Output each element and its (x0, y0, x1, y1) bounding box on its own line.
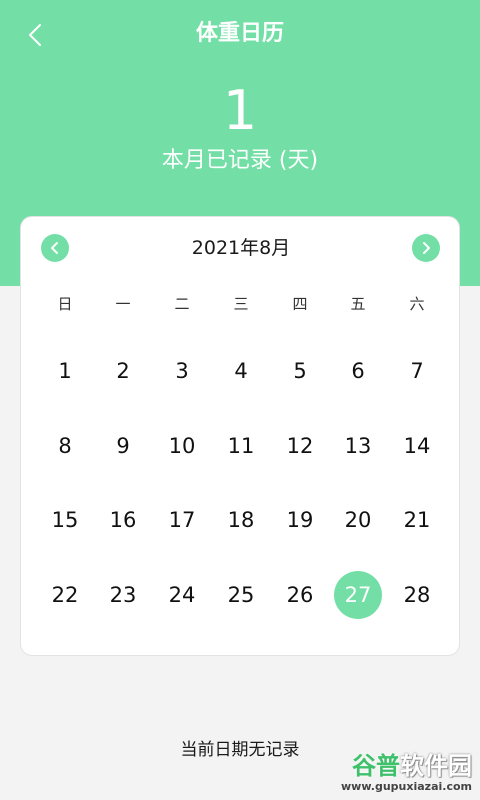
calendar-day[interactable]: 20 (334, 496, 382, 544)
record-count: 1 (222, 79, 258, 142)
calendar-day[interactable]: 22 (41, 571, 89, 619)
weekday-label: 五 (350, 294, 366, 313)
calendar-week-row: 15 16 17 18 19 20 21 (21, 496, 461, 536)
calendar-day[interactable]: 12 (276, 422, 324, 470)
month-title: 2021年8月 (191, 237, 291, 259)
calendar-day-selected[interactable]: 27 (334, 571, 382, 619)
calendar-day[interactable]: 16 (99, 496, 147, 544)
calendar-day[interactable]: 9 (99, 422, 147, 470)
watermark-url: www.gupuxiazai.com (341, 780, 472, 793)
weekday-label: 日 (57, 294, 73, 313)
calendar-day[interactable]: 8 (41, 422, 89, 470)
calendar-day[interactable]: 26 (276, 571, 324, 619)
calendar-week-row: 1 2 3 4 5 6 7 (21, 347, 461, 387)
calendar-day[interactable]: 21 (393, 496, 441, 544)
calendar-week-row: 22 23 24 25 26 27 28 (21, 571, 461, 619)
calendar-day[interactable]: 14 (393, 422, 441, 470)
calendar-day[interactable]: 15 (41, 496, 89, 544)
watermark-logo-part: 软件园 (400, 752, 472, 780)
calendar-day[interactable]: 2 (99, 347, 147, 395)
record-count-label: 本月已记录 (天) (161, 148, 319, 173)
weekday-label: 二 (174, 294, 190, 313)
weekday-header-row: 日 一 二 三 四 五 六 (21, 285, 461, 321)
calendar-day[interactable]: 1 (41, 347, 89, 395)
calendar-day[interactable]: 25 (217, 571, 265, 619)
weekday-label: 三 (233, 294, 249, 313)
watermark-logo-text: 谷普软件园 (341, 752, 472, 780)
calendar-day[interactable]: 28 (393, 571, 441, 619)
calendar-day[interactable]: 3 (158, 347, 206, 395)
calendar-card: 2021年8月 日 一 二 三 四 五 六 1 2 3 4 5 6 7 8 9 … (20, 216, 460, 656)
chevron-right-icon (423, 242, 430, 254)
watermark-logo: 谷普软件园 www.gupuxiazai.com (341, 752, 472, 794)
calendar-day[interactable]: 6 (334, 347, 382, 395)
calendar-day[interactable]: 23 (99, 571, 147, 619)
watermark-logo-part: 谷普 (352, 752, 400, 780)
weekday-label: 一 (115, 294, 131, 313)
calendar-day[interactable]: 24 (158, 571, 206, 619)
weekday-label: 四 (292, 294, 308, 313)
calendar-day[interactable]: 17 (158, 496, 206, 544)
weekday-label: 六 (409, 294, 425, 313)
calendar-day[interactable]: 4 (217, 347, 265, 395)
next-month-button[interactable] (412, 234, 440, 262)
calendar-day[interactable]: 18 (217, 496, 265, 544)
calendar-day[interactable]: 19 (276, 496, 324, 544)
calendar-day[interactable]: 10 (158, 422, 206, 470)
page-title: 体重日历 (195, 21, 284, 46)
calendar-day[interactable]: 13 (334, 422, 382, 470)
calendar-day[interactable]: 5 (276, 347, 324, 395)
calendar-week-row: 8 9 10 11 12 13 14 (21, 422, 461, 462)
calendar-day[interactable]: 11 (217, 422, 265, 470)
calendar-day[interactable]: 7 (393, 347, 441, 395)
